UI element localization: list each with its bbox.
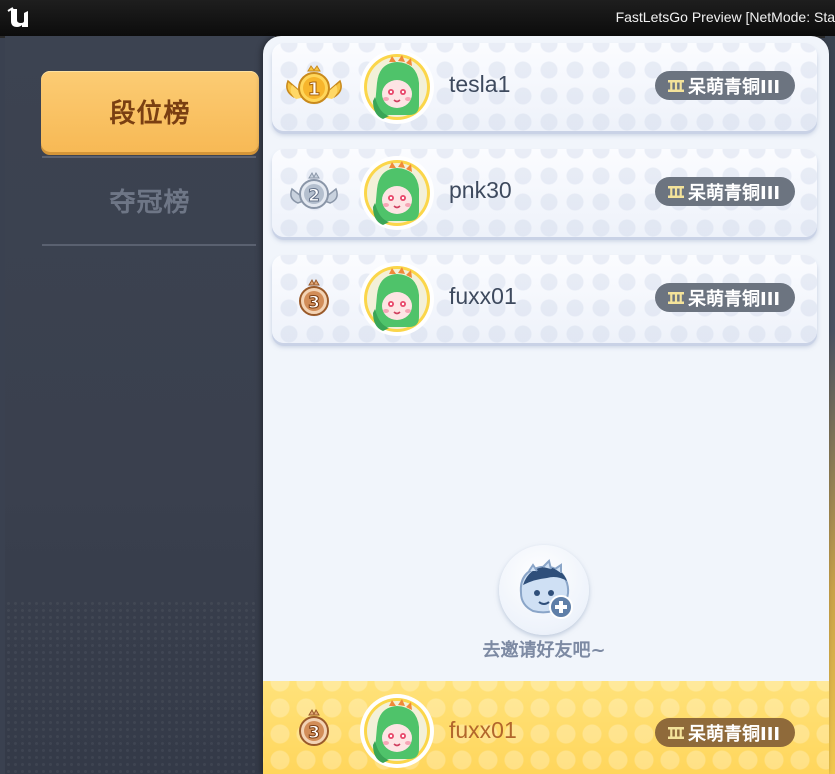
player-avatar-icon[interactable] xyxy=(359,49,435,125)
invite-friend-label[interactable]: 去邀请好友吧~ xyxy=(459,636,629,662)
silver-medal-rank-2-icon: 2 xyxy=(290,171,338,209)
tier-badge: 呆萌青铜III xyxy=(655,718,795,747)
sidebar-pattern xyxy=(5,600,255,774)
bronze-medal-rank-3-icon: 3 xyxy=(299,278,329,316)
player-avatar-icon[interactable] xyxy=(359,693,435,769)
leaderboard-row[interactable]: 1 tesla1 呆萌青铜III xyxy=(272,43,817,131)
tier-badge: 呆萌青铜III xyxy=(655,71,795,100)
tier-label: 呆萌青铜III xyxy=(688,288,781,310)
tier-label: 呆萌青铜III xyxy=(688,182,781,204)
invite-friend-icon xyxy=(519,559,573,619)
bronze-medal-rank-3-icon: 3 xyxy=(299,708,329,746)
tab-divider xyxy=(42,244,256,246)
invite-friend-button[interactable] xyxy=(499,545,589,635)
tier-badge: 呆萌青铜III xyxy=(655,177,795,206)
tier-icon xyxy=(667,79,685,93)
player-name: pnk30 xyxy=(449,177,512,203)
tier-icon xyxy=(667,185,685,199)
leaderboard-row[interactable]: 2 pnk30 呆萌青铜III xyxy=(272,149,817,237)
player-name: fuxx01 xyxy=(449,283,517,309)
tier-icon xyxy=(667,726,685,740)
window-title: FastLetsGo Preview [NetMode: Sta xyxy=(615,9,835,25)
tier-label: 呆萌青铜III xyxy=(688,723,781,745)
tab-rank-leaderboard[interactable]: 段位榜 xyxy=(41,71,259,152)
my-rank-row[interactable]: 3 fuxx01 呆萌青铜III xyxy=(263,681,829,774)
tab-divider xyxy=(42,156,256,158)
tier-badge: 呆萌青铜III xyxy=(655,283,795,312)
my-player-name: fuxx01 xyxy=(449,717,517,743)
rank-number: 3 xyxy=(308,293,320,313)
tab-champion-leaderboard[interactable]: 夺冠榜 xyxy=(41,160,259,240)
player-avatar-icon[interactable] xyxy=(359,261,435,337)
player-avatar-icon[interactable] xyxy=(359,155,435,231)
player-name: tesla1 xyxy=(449,71,511,97)
leaderboard-panel: 1 tesla1 呆萌青铜III 2 pnk30 呆萌青铜III 3 fuxx0… xyxy=(263,36,829,774)
tier-icon xyxy=(667,291,685,305)
tier-label: 呆萌青铜III xyxy=(688,76,781,98)
tab-rank-leaderboard-label: 段位榜 xyxy=(109,99,191,129)
tab-champion-leaderboard-label: 夺冠榜 xyxy=(109,187,191,218)
rank-number: 3 xyxy=(308,723,320,743)
window-titlebar[interactable]: FastLetsGo Preview [NetMode: Sta xyxy=(0,0,835,38)
rank-number: 1 xyxy=(308,79,321,100)
rank-number: 2 xyxy=(308,186,320,206)
leaderboard-row[interactable]: 3 fuxx01 呆萌青铜III xyxy=(272,255,817,343)
gold-medal-rank-1-icon: 1 xyxy=(286,65,342,104)
unreal-engine-logo-icon xyxy=(7,7,28,27)
